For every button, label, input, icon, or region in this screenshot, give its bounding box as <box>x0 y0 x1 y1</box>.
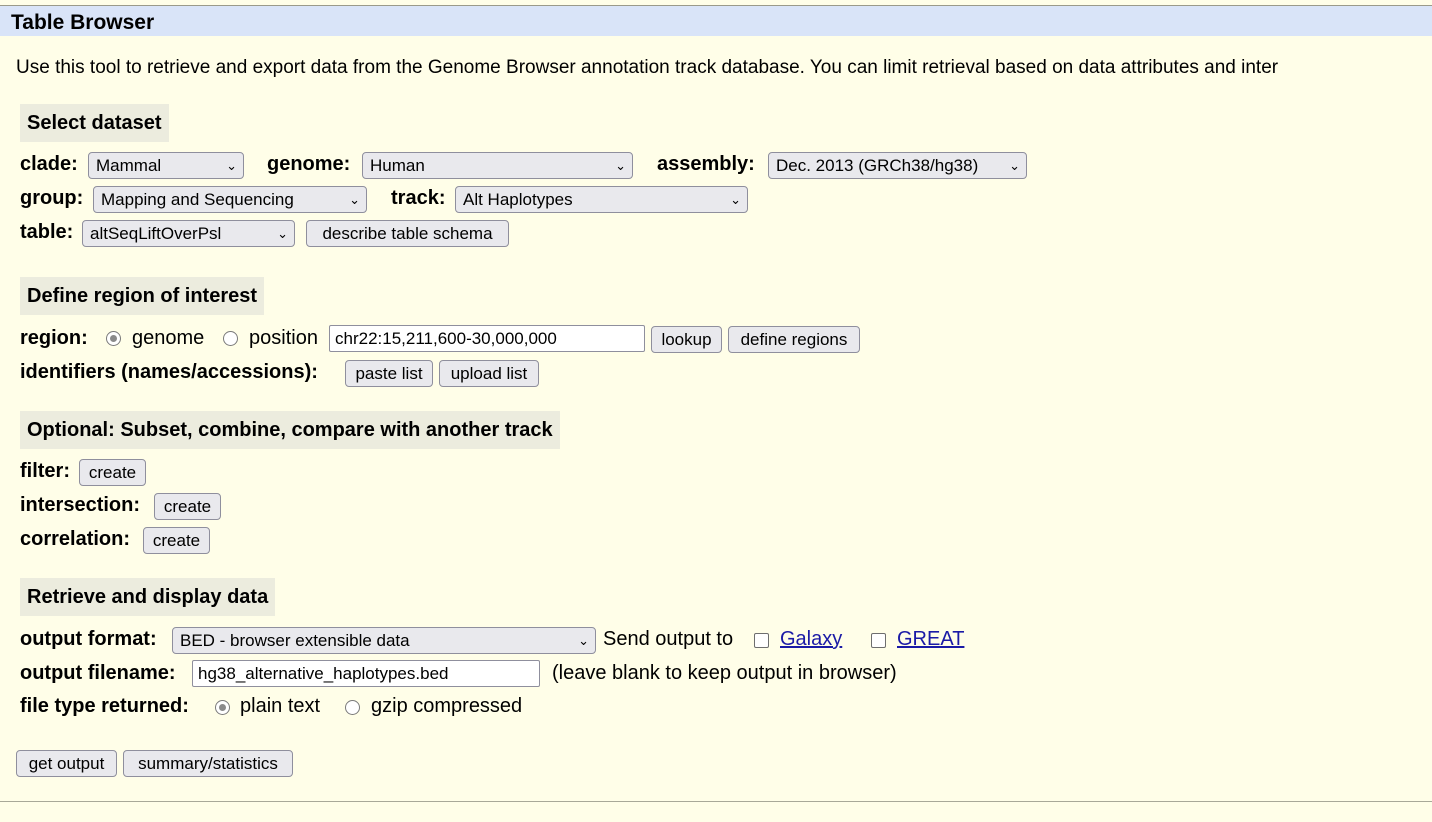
plain-text-radio[interactable] <box>215 700 230 715</box>
assembly-select-value: Dec. 2013 (GRCh38/hg38) <box>776 156 979 175</box>
describe-table-schema-button[interactable]: describe table schema <box>306 220 509 247</box>
intersection-label: intersection: <box>20 494 141 516</box>
group-select[interactable]: Mapping and Sequencing ⌄ <box>93 186 367 213</box>
region-genome-radio[interactable] <box>106 331 121 346</box>
define-region-heading: Define region of interest <box>20 277 265 315</box>
genome-select[interactable]: Human ⌄ <box>362 152 633 179</box>
page-title: Table Browser <box>11 11 155 34</box>
output-filename-input[interactable]: hg38_alternative_haplotypes.bed <box>192 660 540 687</box>
file-type-label: file type returned: <box>20 695 189 717</box>
region-position-label: position <box>249 327 318 349</box>
plain-text-label: plain text <box>240 695 321 717</box>
correlation-label: correlation: <box>20 528 131 550</box>
galaxy-checkbox[interactable] <box>754 633 769 648</box>
clade-select-value: Mammal <box>96 156 162 175</box>
genome-label: genome: <box>267 153 351 175</box>
great-checkbox[interactable] <box>871 633 886 648</box>
title-bar: Table Browser <box>0 6 1432 36</box>
chevron-down-icon: ⌄ <box>1009 158 1020 173</box>
intro-text: Use this tool to retrieve and export dat… <box>16 57 1279 78</box>
optional-heading: Optional: Subset, combine, compare with … <box>20 411 560 449</box>
chevron-down-icon: ⌄ <box>226 158 237 173</box>
lookup-button[interactable]: lookup <box>651 326 722 353</box>
group-label: group: <box>20 187 84 209</box>
output-filename-label: output filename: <box>20 662 176 684</box>
genome-select-value: Human <box>370 156 425 175</box>
output-format-select-value: BED - browser extensible data <box>180 631 410 650</box>
table-select-value: altSeqLiftOverPsl <box>90 224 222 243</box>
retrieve-heading: Retrieve and display data <box>20 578 276 616</box>
output-format-select[interactable]: BED - browser extensible data ⌄ <box>172 627 596 654</box>
intersection-create-button[interactable]: create <box>154 493 221 520</box>
chevron-down-icon: ⌄ <box>730 192 741 207</box>
region-position-radio[interactable] <box>223 331 238 346</box>
region-genome-label: genome <box>132 327 205 349</box>
chevron-down-icon: ⌄ <box>578 633 589 648</box>
track-select[interactable]: Alt Haplotypes ⌄ <box>455 186 748 213</box>
paste-list-button[interactable]: paste list <box>345 360 433 387</box>
position-input[interactable]: chr22:15,211,600-30,000,000 <box>329 325 645 352</box>
galaxy-link[interactable]: Galaxy <box>780 628 842 651</box>
gzip-radio[interactable] <box>345 700 360 715</box>
clade-label: clade: <box>20 153 78 175</box>
upload-list-button[interactable]: upload list <box>439 360 539 387</box>
gzip-label: gzip compressed <box>371 695 523 717</box>
track-select-value: Alt Haplotypes <box>463 190 573 209</box>
send-output-label: Send output to <box>603 628 734 650</box>
bottom-divider <box>0 801 1432 802</box>
table-label: table: <box>20 221 74 243</box>
correlation-create-button[interactable]: create <box>143 527 210 554</box>
identifiers-label: identifiers (names/accessions): <box>20 361 318 383</box>
chevron-down-icon: ⌄ <box>277 226 288 241</box>
group-select-value: Mapping and Sequencing <box>101 190 294 209</box>
great-link[interactable]: GREAT <box>897 628 964 651</box>
assembly-select[interactable]: Dec. 2013 (GRCh38/hg38) ⌄ <box>768 152 1027 179</box>
get-output-button[interactable]: get output <box>16 750 117 777</box>
filter-label: filter: <box>20 460 70 482</box>
define-regions-button[interactable]: define regions <box>728 326 860 353</box>
summary-statistics-button[interactable]: summary/statistics <box>123 750 293 777</box>
table-select[interactable]: altSeqLiftOverPsl ⌄ <box>82 220 295 247</box>
chevron-down-icon: ⌄ <box>349 192 360 207</box>
clade-select[interactable]: Mammal ⌄ <box>88 152 244 179</box>
chevron-down-icon: ⌄ <box>615 158 626 173</box>
track-label: track: <box>391 187 446 209</box>
filter-create-button[interactable]: create <box>79 459 146 486</box>
select-dataset-heading: Select dataset <box>20 104 169 142</box>
output-format-label: output format: <box>20 628 157 650</box>
assembly-label: assembly: <box>657 153 755 175</box>
region-label: region: <box>20 327 88 349</box>
filename-hint: (leave blank to keep output in browser) <box>552 662 897 684</box>
